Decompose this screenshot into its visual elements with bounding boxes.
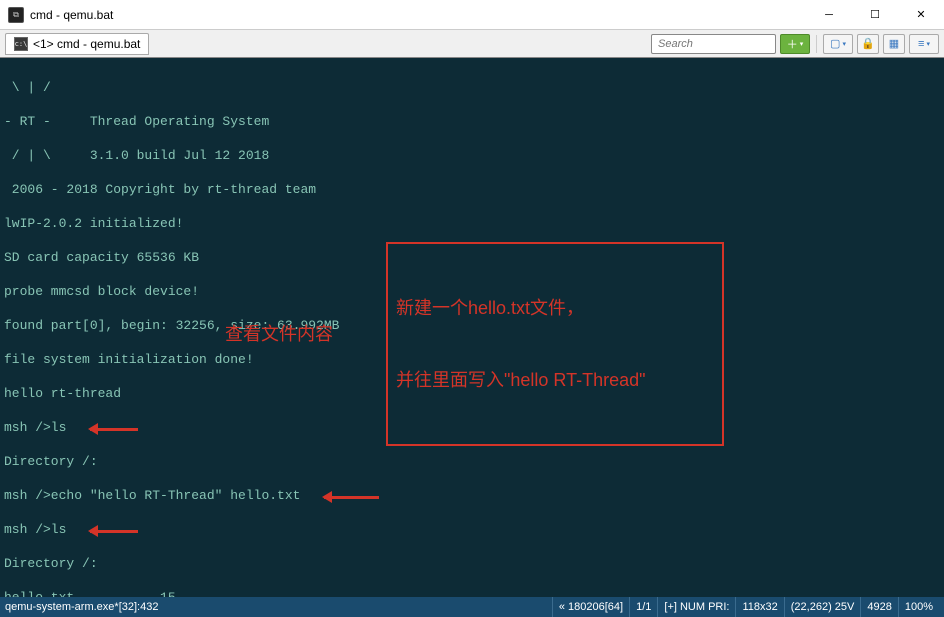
- app-icon: ⧉: [8, 7, 24, 23]
- annotation-box: 新建一个hello.txt文件， 并往里面写入"hello RT-Thread": [386, 242, 724, 446]
- terminal-line: - RT - Thread Operating System: [4, 113, 940, 130]
- toolbar-right: ＋ ▢ 🔒 ▦ ≡: [651, 34, 939, 54]
- separator: [816, 35, 817, 53]
- menu-button[interactable]: ≡: [909, 34, 939, 54]
- status-left: qemu-system-arm.exe*[32]:432: [5, 601, 552, 613]
- tab-active[interactable]: c:\ <1> cmd - qemu.bat: [5, 33, 149, 55]
- terminal-line: 2006 - 2018 Copyright by rt-thread team: [4, 181, 940, 198]
- terminal-line: Directory /:: [4, 453, 940, 470]
- terminal-line: msh />echo "hello RT-Thread" hello.txt: [4, 487, 940, 504]
- terminal-line: hello.txt 15: [4, 589, 940, 597]
- new-tab-button[interactable]: ＋: [780, 34, 810, 54]
- terminal-line: msh />ls: [4, 521, 940, 538]
- terminal-line: lwIP-2.0.2 initialized!: [4, 215, 940, 232]
- layout-button[interactable]: ▦: [883, 34, 905, 54]
- terminal-line: Directory /:: [4, 555, 940, 572]
- status-item: (22,262) 25V: [784, 597, 861, 617]
- annotation-text: 查看文件内容: [225, 326, 333, 343]
- window-mode-button[interactable]: ▢: [823, 34, 853, 54]
- titlebar: ⧉ cmd - qemu.bat ─ ☐ ✕: [0, 0, 944, 30]
- terminal-line: \ | /: [4, 79, 940, 96]
- minimize-button[interactable]: ─: [806, 0, 852, 29]
- status-item[interactable]: « 180206[64]: [552, 597, 629, 617]
- status-item: 118x32: [735, 597, 783, 617]
- statusbar: qemu-system-arm.exe*[32]:432 « 180206[64…: [0, 597, 944, 617]
- terminal-line: / | \ 3.1.0 build Jul 12 2018: [4, 147, 940, 164]
- status-item: 100%: [898, 597, 939, 617]
- tabbar: c:\ <1> cmd - qemu.bat ＋ ▢ 🔒 ▦ ≡: [0, 30, 944, 58]
- window-title: cmd - qemu.bat: [30, 8, 113, 22]
- status-item: 1/1: [629, 597, 657, 617]
- terminal[interactable]: \ | / - RT - Thread Operating System / |…: [0, 58, 944, 597]
- tab-label: <1> cmd - qemu.bat: [33, 37, 140, 51]
- maximize-button[interactable]: ☐: [852, 0, 898, 29]
- close-button[interactable]: ✕: [898, 0, 944, 29]
- lock-button[interactable]: 🔒: [857, 34, 879, 54]
- status-item: 4928: [860, 597, 897, 617]
- annotation-line1: 新建一个hello.txt文件，: [396, 296, 714, 320]
- cmd-icon: c:\: [14, 37, 28, 51]
- search-input[interactable]: [651, 34, 776, 54]
- window-controls: ─ ☐ ✕: [806, 0, 944, 29]
- annotation-line2: 并往里面写入"hello RT-Thread": [396, 368, 714, 392]
- status-item: [+] NUM PRI:: [657, 597, 735, 617]
